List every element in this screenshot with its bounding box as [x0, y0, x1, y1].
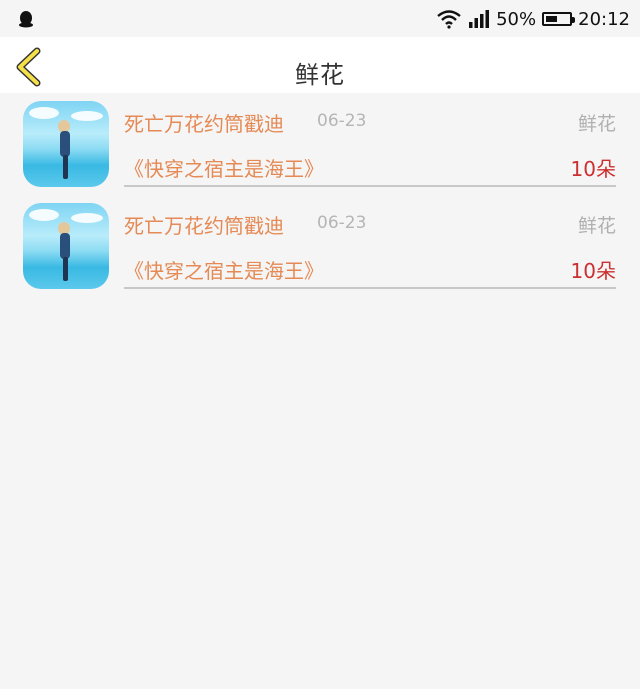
status-time: 20:12: [578, 8, 630, 30]
record-date: 06-23: [317, 111, 367, 131]
title-bar: 鲜花: [0, 37, 640, 93]
avatar-figure-body: [60, 233, 70, 259]
gift-type: 鲜花: [577, 215, 616, 237]
flower-count: 10朵: [570, 259, 616, 283]
battery-percent: 50%: [496, 8, 537, 30]
book-title[interactable]: 《快穿之宿主是海王》: [124, 255, 324, 284]
status-indicators: 50% 20:12: [436, 6, 630, 32]
signal-icon: [469, 10, 490, 28]
avatar-cloud: [29, 107, 59, 119]
sender-name[interactable]: 死亡万花约筒戳迪: [124, 108, 284, 137]
book-title[interactable]: 《快穿之宿主是海王》: [124, 153, 324, 182]
battery-icon: [542, 12, 576, 26]
status-bar: 50% 20:12: [0, 0, 640, 37]
gift-type: 鲜花: [577, 113, 616, 135]
avatar-figure-leg: [63, 257, 68, 281]
record-date: 06-23: [317, 213, 367, 233]
flower-count: 10朵: [570, 157, 616, 181]
flower-record-list: 死亡万花约筒戳迪 06-23 鲜花 《快穿之宿主是海王》 10朵 死亡万花约筒戳…: [0, 93, 640, 297]
list-item[interactable]: 死亡万花约筒戳迪 06-23 鲜花 《快穿之宿主是海王》 10朵: [0, 195, 640, 297]
list-item-content: 死亡万花约筒戳迪 06-23 鲜花 《快穿之宿主是海王》 10朵: [124, 93, 616, 187]
qq-penguin-icon: [19, 11, 33, 28]
avatar-cloud: [29, 209, 59, 221]
wifi-icon: [437, 10, 461, 29]
avatar[interactable]: [23, 101, 109, 187]
avatar[interactable]: [23, 203, 109, 289]
sender-name[interactable]: 死亡万花约筒戳迪: [124, 210, 284, 239]
battery-level: [546, 16, 558, 22]
avatar-cloud: [71, 213, 103, 223]
avatar-cloud: [71, 111, 103, 121]
page-title: 鲜花: [295, 61, 345, 89]
avatar-figure-body: [60, 131, 70, 157]
avatar-figure-leg: [63, 155, 68, 179]
list-item[interactable]: 死亡万花约筒戳迪 06-23 鲜花 《快穿之宿主是海王》 10朵: [0, 93, 640, 195]
list-item-content: 死亡万花约筒戳迪 06-23 鲜花 《快穿之宿主是海王》 10朵: [124, 195, 616, 289]
